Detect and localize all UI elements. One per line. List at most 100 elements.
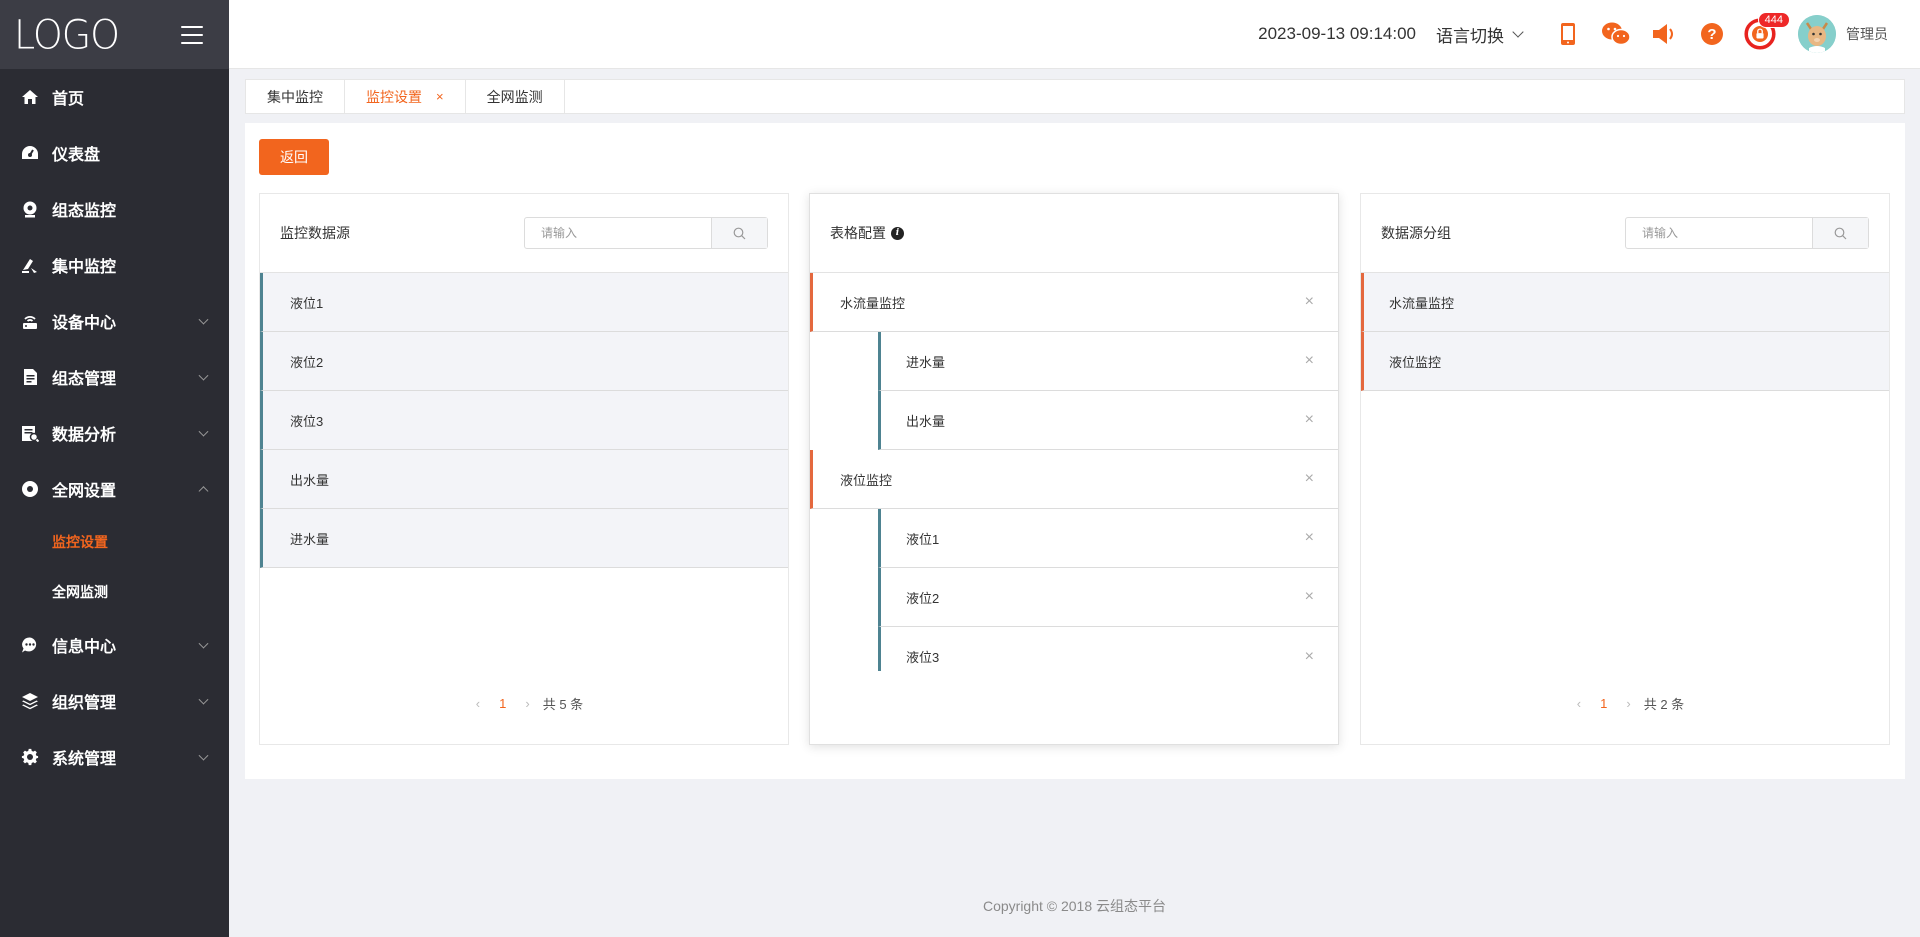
user-name[interactable]: 管理员 — [1846, 24, 1888, 44]
config-group-row[interactable]: 水流量监控 × — [810, 273, 1338, 332]
chevron-down-icon — [198, 694, 209, 705]
main-content: 返回 监控数据源 液位1 液位2 液位3 出水量 进水量 ‹ 1 › 共 5 条 — [245, 123, 1905, 779]
tab-central-monitor[interactable]: 集中监控 — [246, 80, 345, 113]
config-child-label: 液位1 — [906, 531, 940, 547]
sidebar-item-network-settings[interactable]: 全网设置 — [0, 461, 229, 517]
close-icon[interactable]: × — [1305, 293, 1314, 311]
tab-label: 监控设置 — [366, 88, 422, 105]
info-icon[interactable]: i — [891, 226, 904, 240]
next-page-icon[interactable]: › — [525, 696, 529, 711]
avatar[interactable] — [1798, 15, 1836, 53]
sidebar-item-label: 首页 — [52, 91, 85, 108]
search-button[interactable] — [711, 218, 767, 248]
sidebar-item-label: 信息中心 — [52, 639, 117, 656]
list-item[interactable]: 液位2 — [260, 332, 788, 391]
network-settings-submenu: 监控设置 全网监测 — [0, 517, 229, 617]
list-item[interactable]: 出水量 — [260, 450, 788, 509]
help-icon[interactable]: ? — [1696, 18, 1728, 50]
panel-header: 数据源分组 — [1361, 194, 1889, 273]
panel-title: 数据源分组 — [1381, 225, 1451, 241]
next-page-icon[interactable]: › — [1626, 696, 1630, 711]
list-item[interactable]: 水流量监控 — [1361, 273, 1889, 332]
submenu-item-monitor-settings[interactable]: 监控设置 — [0, 517, 229, 567]
menu-toggle-icon[interactable] — [181, 25, 203, 44]
sidebar-item-org-manage[interactable]: 组织管理 — [0, 673, 229, 729]
tab-monitor-settings[interactable]: 监控设置 × — [345, 80, 466, 113]
search-input[interactable] — [525, 218, 711, 248]
panel-header: 表格配置 i — [810, 194, 1338, 273]
close-icon[interactable]: × — [1305, 648, 1314, 666]
search-icon — [1834, 227, 1847, 239]
page-number[interactable]: 1 — [499, 696, 506, 711]
prev-page-icon[interactable]: ‹ — [1577, 696, 1581, 711]
sidebar-item-device-center[interactable]: 设备中心 — [0, 293, 229, 349]
router-icon — [20, 311, 40, 331]
prev-page-icon[interactable]: ‹ — [476, 696, 480, 711]
search-box — [524, 217, 768, 249]
mobile-icon[interactable] — [1552, 18, 1584, 50]
sidebar-item-data-analysis[interactable]: 数据分析 — [0, 405, 229, 461]
chevron-up-icon — [198, 486, 209, 497]
notification-lock-icon[interactable]: 444 — [1744, 12, 1790, 50]
sidebar: LOGO 首页 仪表盘 组态监控 集中监控 设备中心 组态管理 数据分析 全网设… — [0, 0, 229, 937]
search-box — [1625, 217, 1869, 249]
panel-header: 监控数据源 — [260, 194, 788, 273]
sidebar-item-home[interactable]: 首页 — [0, 69, 229, 125]
back-button[interactable]: 返回 — [259, 139, 329, 175]
list-item[interactable]: 液位3 — [260, 391, 788, 450]
logo-bar: LOGO — [0, 0, 229, 69]
config-child-row[interactable]: 液位2 × — [878, 568, 1338, 627]
speaker-icon[interactable] — [1648, 18, 1680, 50]
close-icon[interactable]: × — [1305, 529, 1314, 547]
config-group-label: 水流量监控 — [840, 295, 906, 311]
list-item[interactable]: 液位监控 — [1361, 332, 1889, 391]
sidebar-item-system-manage[interactable]: 系统管理 — [0, 729, 229, 785]
config-child-label: 进水量 — [906, 354, 946, 370]
panel-title-text: 表格配置 — [830, 225, 886, 241]
chevron-down-icon — [198, 426, 209, 437]
sidebar-item-label: 组织管理 — [52, 695, 117, 712]
close-icon[interactable]: × — [1305, 470, 1314, 488]
close-icon[interactable]: × — [1305, 588, 1314, 606]
panel-title: 表格配置 i — [830, 223, 904, 243]
page-number[interactable]: 1 — [1600, 696, 1607, 711]
language-switch[interactable]: 语言切换 — [1436, 22, 1524, 47]
notification-badge: 444 — [1757, 12, 1790, 28]
sidebar-item-central-monitor[interactable]: 集中监控 — [0, 237, 229, 293]
table-config-panel: 表格配置 i 水流量监控 × 进水量 × 出水量 × 液位监控 × 液位1 × … — [809, 193, 1339, 745]
sidebar-item-config-manage[interactable]: 组态管理 — [0, 349, 229, 405]
config-child-row[interactable]: 液位3 × — [878, 627, 1338, 671]
config-child-row[interactable]: 进水量 × — [878, 332, 1338, 391]
config-tree: 水流量监控 × 进水量 × 出水量 × 液位监控 × 液位1 × 液位2 × 液… — [810, 273, 1338, 671]
chevron-down-icon — [198, 314, 209, 325]
wechat-icon[interactable] — [1600, 18, 1632, 50]
sidebar-item-config-monitor[interactable]: 组态监控 — [0, 181, 229, 237]
search-icon — [733, 227, 746, 239]
search-button[interactable] — [1812, 218, 1868, 248]
dashboard-icon — [20, 143, 40, 163]
config-child-label: 出水量 — [906, 413, 946, 429]
tab-label: 全网监测 — [486, 88, 543, 105]
total-count: 共 2 条 — [1643, 697, 1685, 712]
search-input[interactable] — [1626, 218, 1812, 248]
sidebar-menu: 首页 仪表盘 组态监控 集中监控 设备中心 组态管理 数据分析 全网设置 — [0, 69, 229, 517]
close-icon[interactable]: × — [436, 89, 444, 104]
close-icon[interactable]: × — [1305, 352, 1314, 370]
tab-network-monitor[interactable]: 全网监测 — [466, 80, 565, 113]
sidebar-item-label: 仪表盘 — [52, 147, 101, 164]
config-child-row[interactable]: 出水量 × — [878, 391, 1338, 450]
sidebar-item-info-center[interactable]: 信息中心 — [0, 617, 229, 673]
pagination: ‹ 1 › 共 5 条 — [260, 694, 788, 713]
config-group-row[interactable]: 液位监控 × — [810, 450, 1338, 509]
submenu-item-network-monitor[interactable]: 全网监测 — [0, 567, 229, 617]
sidebar-item-label: 系统管理 — [52, 751, 117, 768]
close-icon[interactable]: × — [1305, 411, 1314, 429]
sidebar-item-dashboard[interactable]: 仪表盘 — [0, 125, 229, 181]
list-item[interactable]: 液位1 — [260, 273, 788, 332]
chat-icon — [20, 635, 40, 655]
monitor-icon — [20, 199, 40, 219]
pagination: ‹ 1 › 共 2 条 — [1361, 694, 1889, 713]
list-item[interactable]: 进水量 — [260, 509, 788, 568]
sidebar-item-label: 集中监控 — [52, 259, 117, 276]
config-child-row[interactable]: 液位1 × — [878, 509, 1338, 568]
